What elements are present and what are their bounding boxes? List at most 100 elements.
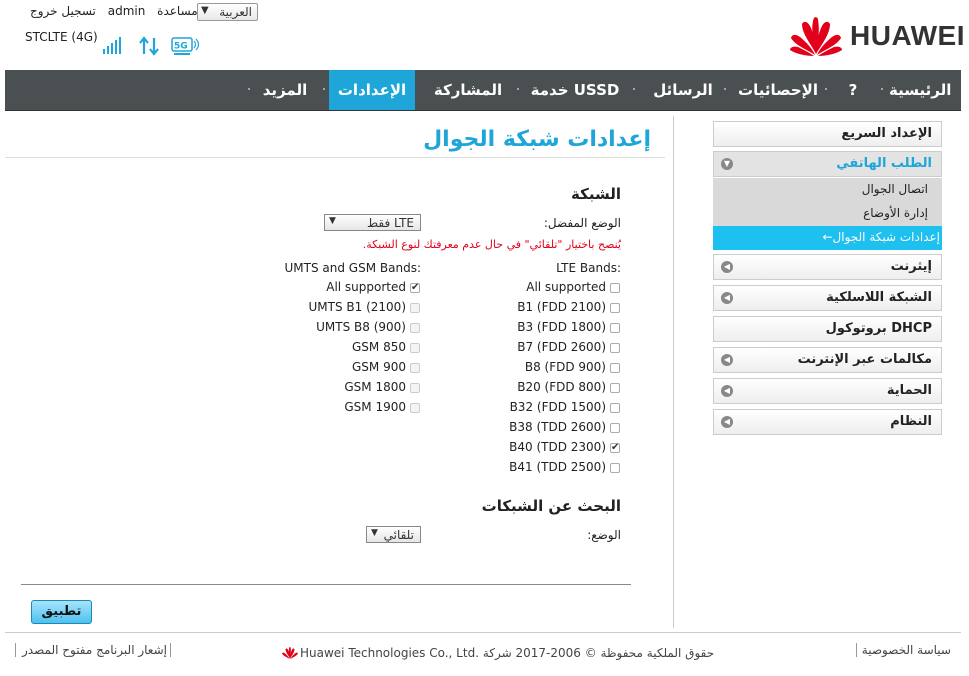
nav-separator xyxy=(517,88,519,90)
nav-settings[interactable]: الإعدادات xyxy=(329,70,415,110)
nav-separator xyxy=(881,88,883,90)
sidebar-item-ethernet[interactable]: ◀ إيثرنت xyxy=(713,254,942,280)
umts-gsm-band-label: UMTS B8 (900) xyxy=(316,320,406,334)
sidebar-item-dialup[interactable]: ▼ الطلب الهاتفي xyxy=(713,151,942,177)
sidebar-subitem-label: اتصال الجوال xyxy=(861,182,928,196)
umts-gsm-band-checkbox[interactable] xyxy=(410,343,420,353)
sidebar-item-voip[interactable]: ◀ مكالمات عبر الإنترنت xyxy=(713,347,942,373)
carrier-name: STCLTE (4G) xyxy=(25,30,98,44)
umts-gsm-band-checkbox[interactable] xyxy=(410,383,420,393)
lte-band-label: B20 (FDD 800) xyxy=(517,380,606,394)
lte-band-label: B40 (TDD 2300) xyxy=(509,440,606,454)
logout-link[interactable]: تسجيل خروج xyxy=(30,4,96,18)
sidebar-item-wlan[interactable]: ◀ الشبكة اللاسلكية xyxy=(713,285,942,311)
sidebar-item-label: الإعداد السريع xyxy=(841,126,932,141)
lte-band-checkbox[interactable] xyxy=(610,463,620,473)
umts-gsm-bands-label: UMTS and GSM Bands: xyxy=(284,261,421,275)
sidebar-item-label: إيثرنت xyxy=(890,259,932,274)
language-value: العربية xyxy=(219,5,252,19)
umts-gsm-band-checkbox[interactable] xyxy=(410,303,420,313)
footer-divider xyxy=(5,632,961,633)
lte-band-checkbox[interactable] xyxy=(610,383,620,393)
5g-icon: 5G xyxy=(171,37,200,55)
chevron-down-icon: ▼ xyxy=(371,528,378,538)
sidebar-subitem-profile-management[interactable]: إدارة الأوضاع xyxy=(713,202,942,226)
umts-gsm-band-checkbox[interactable] xyxy=(410,323,420,333)
lte-band-checkbox[interactable] xyxy=(610,403,620,413)
svg-text:5G: 5G xyxy=(174,42,188,52)
sidebar-item-label: الطلب الهاتفي xyxy=(836,156,932,171)
lte-band-label: B8 (FDD 900) xyxy=(524,360,606,374)
opensource-link[interactable]: إشعار البرنامج مفتوح المصدر xyxy=(22,643,167,657)
nav-help[interactable]: ? xyxy=(843,70,863,110)
huawei-logo-icon xyxy=(790,17,842,56)
umts-gsm-band-label: GSM 900 xyxy=(352,360,406,374)
lte-band-label: B32 (FDD 1500) xyxy=(509,400,606,414)
search-mode-select[interactable]: ▼ تلقائي xyxy=(366,526,421,543)
sidebar-subitem-label: إدارة الأوضاع xyxy=(863,206,928,220)
chevron-left-icon: ◀ xyxy=(721,385,733,397)
lte-band-checkbox[interactable]: ✔ xyxy=(610,443,620,453)
nav-statistics[interactable]: الإحصائيات xyxy=(738,70,818,110)
sidebar-subitem-mobile-network-settings[interactable]: ←إعدادات شبكة الجوال xyxy=(713,226,942,250)
sidebar-item-label: مكالمات عبر الإنترنت xyxy=(797,352,932,367)
footer-separator xyxy=(15,643,16,657)
chevron-left-icon: ◀ xyxy=(721,416,733,428)
network-heading: الشبكة xyxy=(571,185,621,203)
chevron-left-icon: ◀ xyxy=(721,292,733,304)
search-mode-value: تلقائي xyxy=(383,528,414,542)
chevron-down-icon: ▼ xyxy=(201,5,209,16)
nav-more[interactable]: المزيد xyxy=(260,70,310,110)
umts-gsm-band-label: UMTS B1 (2100) xyxy=(308,300,406,314)
huawei-logo-icon xyxy=(282,647,298,660)
status-icons: 5G xyxy=(103,36,200,56)
lte-band-checkbox[interactable] xyxy=(610,323,620,333)
lte-band-checkbox[interactable] xyxy=(610,283,620,293)
umts-gsm-band-checkbox[interactable] xyxy=(410,363,420,373)
sidebar-item-label: الشبكة اللاسلكية xyxy=(826,290,932,305)
mode-warning: يُنصح باختيار "تلقائي" في حال عدم معرفتك… xyxy=(362,238,621,251)
nav-separator xyxy=(724,88,726,90)
signal-strength-icon xyxy=(103,37,121,54)
search-mode-label: الوضع: xyxy=(587,528,621,542)
help-link[interactable]: مساعدة xyxy=(157,4,198,18)
preferred-mode-select[interactable]: ▼ LTE فقط xyxy=(324,214,421,231)
lte-band-checkbox[interactable] xyxy=(610,343,620,353)
data-transfer-icon xyxy=(139,36,159,56)
top-links: تسجيل خروج admin مساعدة xyxy=(30,4,206,18)
username: admin xyxy=(107,4,146,18)
sidebar-item-security[interactable]: ◀ الحماية xyxy=(713,378,942,404)
lte-bands-label: LTE Bands: xyxy=(556,261,621,275)
sidebar-item-label: الحماية xyxy=(886,383,932,398)
lte-band-label: B38 (TDD 2600) xyxy=(509,420,606,434)
preferred-mode-value: LTE فقط xyxy=(367,216,414,230)
brand-name: HUAWEI xyxy=(850,20,965,51)
lte-band-label: B1 (FDD 2100) xyxy=(517,300,606,314)
umts-gsm-band-label: GSM 1900 xyxy=(344,400,406,414)
umts-gsm-band-checkbox[interactable]: ✔ xyxy=(410,283,420,293)
apply-button[interactable]: تطبيق xyxy=(31,600,92,624)
form-divider xyxy=(21,584,631,585)
nav-ussd[interactable]: خدمة USSD xyxy=(529,70,621,110)
nav-home[interactable]: الرئيسية xyxy=(889,70,951,110)
page-title: إعدادات شبكة الجوال xyxy=(423,127,651,152)
lte-band-checkbox[interactable] xyxy=(610,423,620,433)
lte-band-label: B7 (FDD 2600) xyxy=(517,340,606,354)
nav-sharing[interactable]: المشاركة xyxy=(433,70,503,110)
sidebar-item-label: بروتوكول DHCP xyxy=(825,321,932,336)
sidebar-subitem-label: ←إعدادات شبكة الجوال xyxy=(822,230,940,244)
sidebar-item-dhcp[interactable]: بروتوكول DHCP xyxy=(713,316,942,342)
nav-separator xyxy=(633,88,635,90)
privacy-link[interactable]: سياسة الخصوصية xyxy=(862,643,951,657)
language-select[interactable]: ▼ العربية xyxy=(197,3,258,21)
umts-gsm-band-checkbox[interactable] xyxy=(410,403,420,413)
lte-band-checkbox[interactable] xyxy=(610,363,620,373)
lte-band-checkbox[interactable] xyxy=(610,303,620,313)
footer-separator xyxy=(856,643,857,657)
chevron-left-icon: ◀ xyxy=(721,354,733,366)
sidebar-subitem-mobile-connection[interactable]: اتصال الجوال xyxy=(713,178,942,202)
nav-messages[interactable]: الرسائل xyxy=(650,70,716,110)
sidebar-item-system[interactable]: ◀ النظام xyxy=(713,409,942,435)
sidebar-item-quick-setup[interactable]: الإعداد السريع xyxy=(713,121,942,147)
lte-band-label: B3 (FDD 1800) xyxy=(517,320,606,334)
